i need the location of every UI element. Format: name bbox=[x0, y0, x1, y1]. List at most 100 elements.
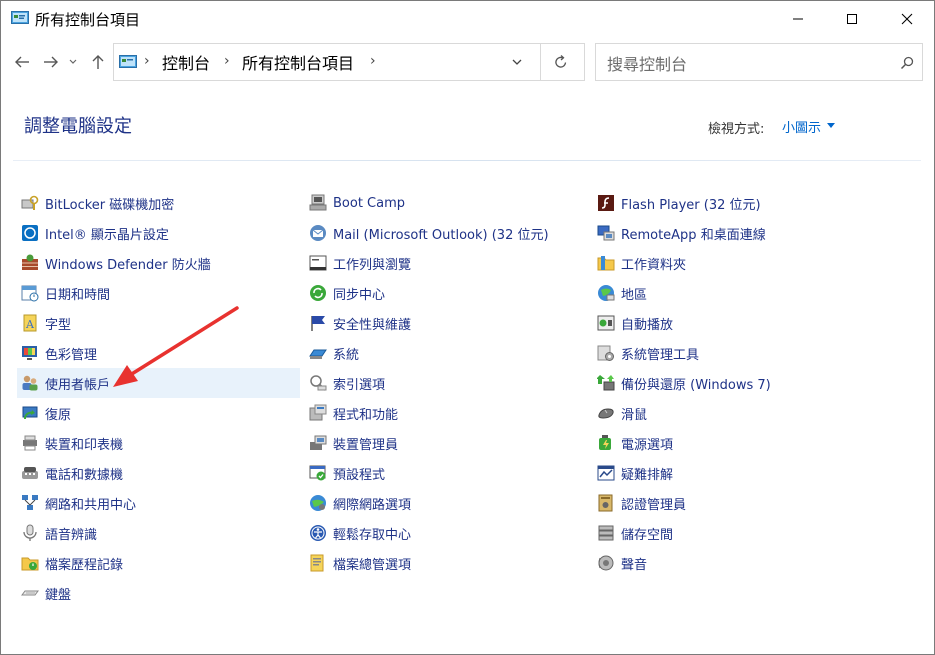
chevron-down-icon[interactable] bbox=[512, 58, 522, 66]
control-panel-item[interactable]: 安全性與維護 bbox=[305, 308, 588, 338]
control-panel-item-label: BitLocker 磁碟機加密 bbox=[45, 197, 175, 213]
troubleshooting-icon bbox=[597, 465, 615, 481]
control-panel-item-label: 使用者帳戶 bbox=[45, 377, 111, 393]
backup-restore-icon bbox=[597, 375, 615, 391]
control-panel-item[interactable]: 電話和數據機 bbox=[17, 458, 300, 488]
chevron-down-icon bbox=[69, 59, 77, 64]
minimize-button[interactable] bbox=[775, 1, 821, 37]
control-panel-item[interactable]: 色彩管理 bbox=[17, 338, 300, 368]
power-options-icon bbox=[599, 435, 611, 450]
view-by-dropdown[interactable]: 小圖示 bbox=[782, 117, 821, 136]
control-panel-item[interactable]: Windows Defender 防火牆 bbox=[17, 248, 300, 278]
control-panel-item-label: Windows Defender 防火牆 bbox=[45, 257, 211, 273]
minimize-icon bbox=[793, 18, 803, 20]
control-panel-item[interactable]: 復原 bbox=[17, 398, 300, 428]
control-panel-item[interactable]: 檔案歷程記錄 bbox=[17, 548, 300, 578]
address-bar[interactable]: › 控制台 › 所有控制台項目 › bbox=[113, 43, 585, 81]
page-title: 調整電腦設定 bbox=[24, 116, 132, 137]
chevron-right-icon[interactable]: › bbox=[224, 53, 230, 69]
control-panel-item[interactable]: A 字型 bbox=[17, 308, 300, 338]
search-input[interactable]: 搜尋控制台 bbox=[607, 51, 687, 75]
control-panel-item[interactable]: 自動播放 bbox=[593, 308, 876, 338]
control-panel-item-label: 地區 bbox=[621, 287, 648, 303]
admin-tools-icon bbox=[597, 345, 614, 361]
date-time-icon bbox=[21, 285, 39, 302]
control-panel-item[interactable]: 系統 bbox=[305, 338, 588, 368]
control-panel-item[interactable]: 認證管理員 bbox=[593, 488, 876, 518]
caret-down-icon[interactable] bbox=[827, 123, 835, 128]
refresh-icon[interactable] bbox=[554, 54, 568, 70]
control-panel-item[interactable]: 索引選項 bbox=[305, 368, 588, 398]
default-programs-icon bbox=[309, 465, 326, 481]
chevron-right-icon[interactable]: › bbox=[144, 53, 150, 69]
control-panel-item[interactable]: 程式和功能 bbox=[305, 398, 588, 428]
forward-button[interactable] bbox=[41, 52, 61, 72]
control-panel-item-label: 聲音 bbox=[621, 557, 648, 573]
control-panel-item-label: 安全性與維護 bbox=[333, 317, 412, 333]
control-panel-item[interactable]: 工作資料夾 bbox=[593, 248, 876, 278]
speech-recognition-icon bbox=[23, 524, 37, 541]
control-panel-item[interactable]: 檔案總管選項 bbox=[305, 548, 588, 578]
chevron-right-icon[interactable]: › bbox=[370, 53, 376, 69]
back-button[interactable] bbox=[12, 52, 32, 72]
control-panel-item[interactable]: 輕鬆存取中心 bbox=[305, 518, 588, 548]
breadcrumb-control-panel[interactable]: 控制台 bbox=[162, 50, 210, 74]
work-folders-icon bbox=[597, 256, 615, 271]
up-button[interactable] bbox=[88, 52, 108, 72]
control-panel-item[interactable]: RemoteApp 和桌面連線 bbox=[593, 218, 876, 248]
file-history-icon bbox=[21, 557, 39, 571]
control-panel-item[interactable]: 同步中心 bbox=[305, 278, 588, 308]
control-panel-item[interactable]: 日期和時間 bbox=[17, 278, 300, 308]
control-panel-item-label: Mail (Microsoft Outlook) (32 位元) bbox=[333, 227, 549, 243]
control-panel-item[interactable]: 系統管理工具 bbox=[593, 338, 876, 368]
control-panel-item-label: Flash Player (32 位元) bbox=[621, 197, 761, 213]
control-panel-window: 所有控制台項目 › 控制台 › 所有控制台項目 › 搜尋控制台 調整電腦設定 檢… bbox=[0, 0, 935, 655]
breadcrumb-all-items[interactable]: 所有控制台項目 bbox=[242, 50, 354, 74]
control-panel-item-label: 程式和功能 bbox=[333, 407, 399, 423]
flash-player-icon bbox=[598, 195, 614, 211]
control-panel-item-label: 鍵盤 bbox=[45, 587, 72, 603]
control-panel-item[interactable]: 工作列與瀏覽 bbox=[305, 248, 588, 278]
control-panel-item[interactable]: 鍵盤 bbox=[17, 578, 300, 608]
control-panel-item-label: 網際網路選項 bbox=[333, 497, 412, 513]
control-panel-item[interactable]: 備份與還原 (Windows 7) bbox=[593, 368, 876, 398]
maximize-icon bbox=[847, 14, 857, 24]
control-panel-item[interactable]: 地區 bbox=[593, 278, 876, 308]
control-panel-item-label: 檔案歷程記錄 bbox=[45, 557, 124, 573]
control-panel-item[interactable]: 裝置管理員 bbox=[305, 428, 588, 458]
phone-modem-icon bbox=[22, 467, 38, 479]
control-panel-item-label: 裝置管理員 bbox=[333, 437, 399, 453]
firewall-icon bbox=[22, 254, 38, 270]
control-panel-item-label: 疑難排解 bbox=[621, 467, 674, 483]
control-panel-item-label: 工作列與瀏覽 bbox=[333, 257, 412, 273]
control-panel-item-label: 電話和數據機 bbox=[45, 467, 124, 483]
control-panel-item[interactable]: 裝置和印表機 bbox=[17, 428, 300, 458]
maximize-button[interactable] bbox=[829, 1, 875, 37]
control-panel-item[interactable]: Flash Player (32 位元) bbox=[593, 188, 876, 218]
control-panel-item[interactable]: Boot Camp bbox=[305, 188, 588, 218]
control-panel-item[interactable]: 滑鼠 bbox=[593, 398, 876, 428]
control-panel-item-label: 認證管理員 bbox=[621, 497, 687, 513]
svg-text:A: A bbox=[25, 318, 35, 331]
control-panel-item[interactable]: 網路和共用中心 bbox=[17, 488, 300, 518]
control-panel-item[interactable]: 使用者帳戶 bbox=[17, 368, 300, 398]
control-panel-icon bbox=[11, 11, 29, 24]
control-panel-item[interactable]: 網際網路選項 bbox=[305, 488, 588, 518]
control-panel-item[interactable]: Intel® 顯示晶片設定 bbox=[17, 218, 300, 248]
control-panel-item[interactable]: Mail (Microsoft Outlook) (32 位元) bbox=[305, 218, 588, 248]
control-panel-item[interactable]: 儲存空間 bbox=[593, 518, 876, 548]
recovery-icon bbox=[22, 406, 38, 420]
recent-locations-button[interactable] bbox=[66, 52, 80, 72]
network-sharing-icon bbox=[22, 495, 38, 510]
search-icon[interactable] bbox=[900, 56, 914, 70]
control-panel-item[interactable]: 疑難排解 bbox=[593, 458, 876, 488]
control-panel-item[interactable]: 聲音 bbox=[593, 548, 876, 578]
control-panel-item-label: 預設程式 bbox=[333, 467, 386, 483]
close-button[interactable] bbox=[884, 1, 930, 37]
control-panel-item-label: 電源選項 bbox=[621, 437, 674, 453]
control-panel-item[interactable]: 語音辨識 bbox=[17, 518, 300, 548]
control-panel-item[interactable]: 電源選項 bbox=[593, 428, 876, 458]
control-panel-item[interactable]: 預設程式 bbox=[305, 458, 588, 488]
control-panel-item[interactable]: BitLocker 磁碟機加密 bbox=[17, 188, 300, 218]
search-box[interactable]: 搜尋控制台 bbox=[595, 43, 923, 81]
